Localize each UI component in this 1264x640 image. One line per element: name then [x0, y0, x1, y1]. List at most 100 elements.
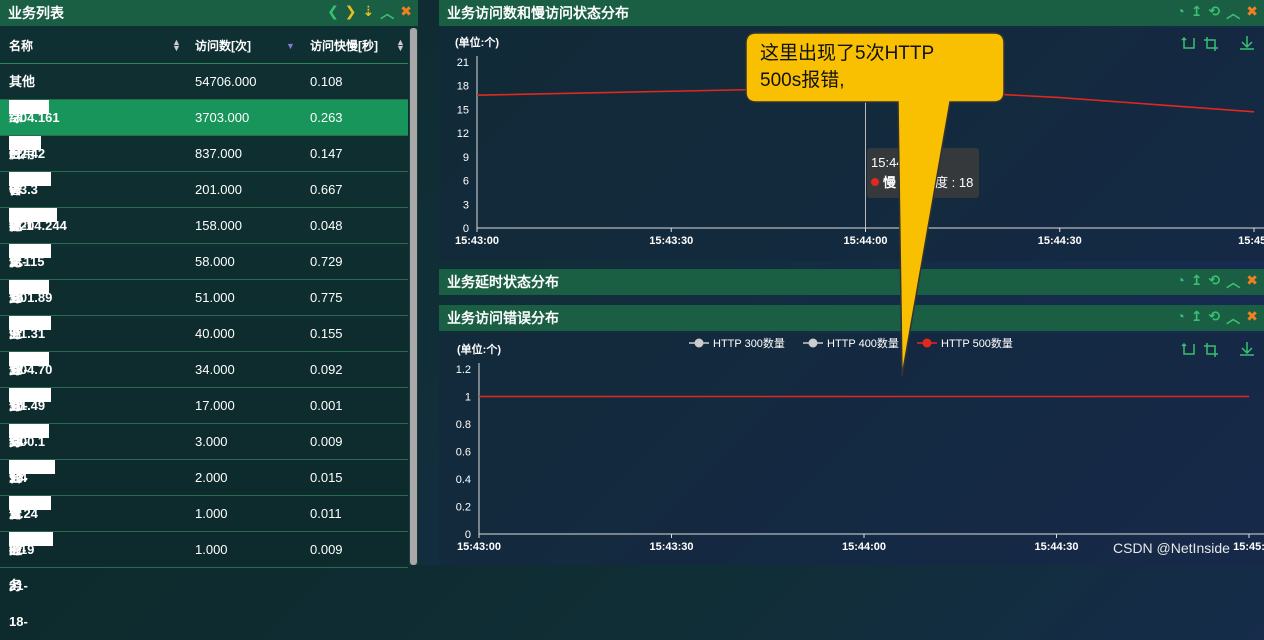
row-speed: 0.147	[310, 146, 343, 161]
refresh-icon[interactable]: ⟲	[1209, 3, 1221, 23]
row-name-suffix: .21.31	[9, 326, 46, 341]
row-visits: 17.000	[195, 398, 235, 413]
x-tick-label: 15:44:00	[842, 541, 886, 553]
download-icon[interactable]	[1240, 342, 1254, 356]
row-visits: 201.000	[195, 182, 242, 197]
collapse-icon[interactable]: ︿	[1226, 308, 1240, 328]
error-panel-titlebar: 业务访问错误分布 ◔ ↥ ⟲ ︿ ✖	[439, 305, 1264, 331]
close-icon[interactable]: ✖	[1246, 3, 1258, 23]
row-name-suffix: .201.89	[9, 290, 53, 305]
close-icon[interactable]: ✖	[1246, 308, 1258, 328]
sort-visits-icon[interactable]: ▼	[286, 42, 295, 51]
refresh-icon[interactable]: ⟲	[1209, 308, 1221, 328]
zoom-area-icon[interactable]	[1204, 343, 1218, 357]
clock-icon[interactable]: ◔	[1176, 308, 1184, 328]
tooltip-time: 15:44	[871, 155, 904, 170]
table-row[interactable]: 一体化- 0.3.3 201.000 0.667	[0, 172, 408, 269]
table-row[interactable]: 业务12- .201.89 51.000 0.775	[0, 280, 408, 377]
clock-icon[interactable]: ◔	[1176, 3, 1184, 23]
prev-page-icon[interactable]: ❮	[327, 3, 339, 23]
scrollbar-thumb[interactable]	[410, 28, 417, 565]
y-tick-label: 0.6	[456, 447, 471, 459]
row-speed: 0.667	[310, 182, 343, 197]
y-tick-label: 0	[465, 529, 471, 541]
y-tick-label: 15	[457, 104, 469, 116]
list-scrollbar[interactable]	[409, 28, 418, 565]
sort-name-icon[interactable]: ▲ ▼	[172, 38, 181, 53]
error-panel-title: 业务访问错误分布	[447, 310, 559, 326]
collapse-icon[interactable]: ︿	[1226, 272, 1240, 292]
y-tick-label: 1.2	[456, 364, 471, 376]
zoom-area-icon[interactable]	[1204, 37, 1218, 51]
error-chart-area: (单位:个) 0 0.2 0.4 0.6 0.8 1 1.2 15:43:00 15:43:30…	[439, 333, 1264, 565]
y-tick-label: 18	[457, 81, 469, 93]
callout-line-1: 这里出现了5次HTTP	[760, 43, 935, 64]
y-tick-label: 0.8	[456, 419, 471, 431]
x-tick-label: 15:44:00	[843, 235, 887, 247]
access-panel-titlebar: 业务访问数和慢访问状态分布 ◔ ↥ ⟲ ︿ ✖	[439, 0, 1264, 26]
col-speed-header[interactable]: 访问快慢[秒]	[310, 28, 378, 64]
zoom-reset-icon[interactable]	[1181, 342, 1195, 355]
latency-panel-title: 业务延时状态分布	[447, 274, 559, 290]
collapse-icon[interactable]: ︿	[1226, 3, 1240, 23]
row-speed: 0.048	[310, 218, 343, 233]
table-row[interactable]: 业务18- 5.19 1.000 0.009	[0, 532, 408, 629]
row-visits: 2.000	[195, 470, 228, 485]
zoom-reset-icon[interactable]	[1181, 36, 1195, 49]
download-icon[interactable]	[1240, 36, 1254, 50]
close-icon[interactable]: ✖	[1246, 272, 1258, 292]
legend-label[interactable]: HTTP 300数量	[713, 337, 785, 350]
row-speed: 0.092	[310, 362, 343, 377]
access-panel-title: 业务访问数和慢访问状态分布	[447, 5, 629, 21]
sort-speed-icon[interactable]: ▲ ▼	[396, 38, 405, 53]
business-list-panel: 业务列表 ❮ ❯ ⇣ ︿ ✖ 名称 ▲ ▼ 访问数[次] ▼ 访问快慢[秒] ▲ ▼…	[0, 0, 418, 629]
table-row[interactable]: 业务10- .21.31 40.000 0.155	[0, 316, 408, 413]
row-visits: 40.000	[195, 326, 235, 341]
y-tick-label: 0.2	[456, 502, 471, 514]
pin-icon[interactable]: ↥	[1191, 3, 1203, 23]
error-chart: (单位:个) 0 0.2 0.4 0.6 0.8 1 1.2 15:43:00 15:43:30…	[456, 337, 1264, 553]
legend-marker[interactable]	[922, 338, 932, 348]
col-name-header[interactable]: 名称	[9, 28, 33, 64]
legend-marker[interactable]	[694, 338, 704, 348]
col-visits-header[interactable]: 访问数[次]	[195, 28, 251, 64]
refresh-icon[interactable]: ⟲	[1209, 272, 1221, 292]
row-visits: 158.000	[195, 218, 242, 233]
legend-label[interactable]: HTTP 500数量	[941, 337, 1013, 350]
table-row[interactable]: 其他Web应用54706.0000.108	[0, 64, 408, 161]
pin-icon[interactable]: ↥	[1191, 308, 1203, 328]
row-visits: 1.000	[195, 506, 228, 521]
table-header: 名称 ▲ ▼ 访问数[次] ▼ 访问快慢[秒] ▲ ▼	[0, 28, 408, 64]
row-speed: 0.108	[310, 74, 343, 89]
tooltip-label: 慢	[883, 175, 897, 190]
y-tick-label: 12	[457, 128, 469, 140]
table-row[interactable]: 业务3- 9.4 2.000 0.015	[0, 460, 408, 557]
clock-icon[interactable]: ◔	[1176, 272, 1184, 292]
table-row[interactable]: 业务21- .3.24 1.000 0.011	[0, 496, 408, 593]
tooltip-value: 度 : 18	[935, 175, 973, 190]
pin-icon[interactable]: ↥	[1191, 272, 1203, 292]
row-speed: 0.263	[310, 110, 343, 125]
row-speed: 0.001	[310, 398, 343, 413]
table-row[interactable]: 综合管控- .200.1 3.000 0.009	[0, 424, 408, 557]
table-row[interactable]: 一体化-1 0.2.42 837.000 0.147	[0, 136, 408, 233]
close-icon[interactable]: ✖	[400, 3, 412, 23]
table-row[interactable]: 业务15 8.204.244 158.000 0.048	[0, 208, 408, 305]
collapse-icon[interactable]: ︿	[380, 3, 394, 23]
row-speed: 0.155	[310, 326, 343, 341]
table-row[interactable]: 综合管控-1.204.161 3703.000 0.263	[0, 100, 408, 233]
table-row[interactable]: 业务14- .204.70 34.000 0.092	[0, 352, 408, 449]
legend-marker[interactable]	[808, 338, 818, 348]
table-row[interactable]: 业务13- .21.49 17.000 0.001	[0, 388, 408, 485]
x-tick-label: 15:43:30	[649, 541, 693, 553]
next-page-icon[interactable]: ❯	[345, 3, 357, 23]
error-chart-unit: (单位:个)	[457, 342, 501, 356]
x-tick-label: 15:44:30	[1034, 541, 1078, 553]
row-name-suffix: .204.161	[9, 110, 60, 125]
row-visits: 837.000	[195, 146, 242, 161]
row-name-suffix: .7.115	[9, 254, 45, 269]
y-tick-label: 6	[463, 176, 469, 188]
legend-label[interactable]: HTTP 400数量	[827, 337, 899, 350]
table-row[interactable]: 业务9- .7.115 58.000 0.729	[0, 244, 408, 341]
sort-desc-icon[interactable]: ⇣	[363, 3, 375, 23]
